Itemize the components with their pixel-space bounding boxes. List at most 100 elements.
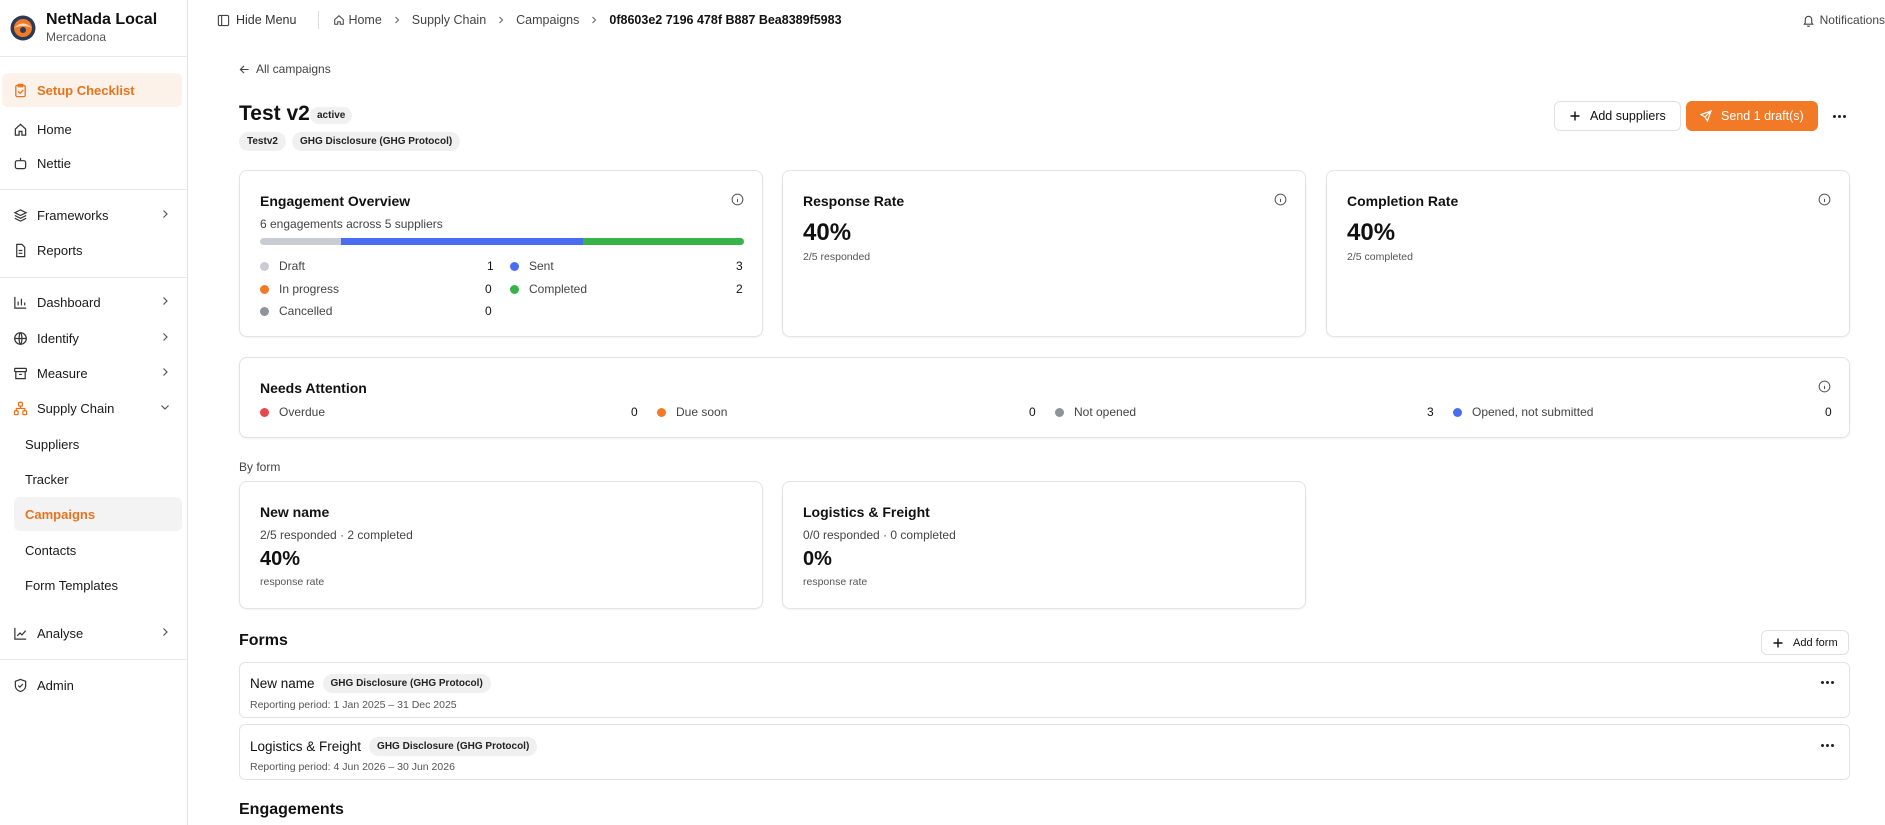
sidebar-item-measure[interactable]: Measure	[12, 356, 182, 390]
form-card-title: New name	[260, 504, 330, 520]
sidebar-item-label: Supply Chain	[37, 400, 115, 416]
legend-value: 0	[1825, 405, 1832, 419]
info-icon[interactable]	[1818, 380, 1831, 393]
hide-menu-button[interactable]: Hide Menu	[217, 13, 296, 27]
breadcrumb-supply-chain[interactable]: Supply Chain	[412, 13, 486, 27]
status-dot	[260, 261, 269, 271]
clipboard-check-icon	[12, 82, 28, 98]
sidebar-item-reports[interactable]: Reports	[12, 233, 182, 267]
sidebar-item-suppliers[interactable]: Suppliers	[12, 427, 182, 461]
sidebar-item-home[interactable]: Home	[12, 112, 182, 146]
attention-not-opened: Not opened	[1055, 405, 1136, 419]
sidebar-item-nettie[interactable]: Nettie	[12, 146, 182, 180]
chevron-down-icon	[161, 405, 169, 410]
more-options-icon[interactable]	[1821, 744, 1834, 747]
brand-header[interactable]: NetNada Local Mercadona	[0, 0, 187, 57]
completion-rate-sub: 2/5 completed	[1347, 251, 1413, 263]
form-card-title: Logistics & Freight	[803, 504, 930, 520]
sidebar-item-label: Measure	[37, 365, 88, 381]
notifications-button[interactable]: Notifications	[1802, 13, 1885, 27]
home-icon	[334, 15, 345, 25]
card-title: Response Rate	[803, 193, 905, 209]
bar-segment-draft	[260, 238, 341, 245]
form-framework-tag: GHG Disclosure (GHG Protocol)	[369, 737, 538, 756]
engagement-progress-bar	[260, 238, 744, 245]
form-card-rate: 40%	[260, 548, 301, 570]
form-row[interactable]: Logistics & Freight GHG Disclosure (GHG …	[239, 724, 1850, 780]
sidebar-item-analyse[interactable]: Analyse	[12, 616, 182, 650]
globe-icon	[12, 330, 28, 346]
sidebar-item-supply-chain[interactable]: Supply Chain	[12, 391, 182, 425]
sidebar-item-identify[interactable]: Identify	[12, 321, 182, 355]
sidebar-item-dashboard[interactable]: Dashboard	[12, 285, 182, 319]
legend-label: Draft	[279, 259, 306, 273]
sidebar-item-label: Campaigns	[25, 506, 96, 522]
sidebar-item-label: Home	[37, 121, 72, 137]
sidebar-item-form-templates[interactable]: Form Templates	[12, 568, 182, 602]
legend-label: Sent	[529, 259, 554, 273]
sidebar-item-label: Suppliers	[25, 436, 80, 452]
robot-icon	[12, 155, 28, 171]
form-stats-card[interactable]: Logistics & Freight 0/0 responded · 0 co…	[782, 481, 1306, 609]
legend-completed: Completed	[510, 282, 587, 296]
add-form-button[interactable]: Add form	[1761, 630, 1849, 655]
form-row-title: Logistics & Freight GHG Disclosure (GHG …	[250, 737, 538, 756]
breadcrumb-home[interactable]: Home	[348, 13, 381, 27]
sidebar-item-setup-checklist[interactable]: Setup Checklist	[2, 73, 182, 107]
add-form-label: Add form	[1793, 636, 1838, 649]
tag: Testv2	[239, 132, 286, 151]
legend-value: 0	[485, 282, 492, 296]
sidebar-item-label: Frameworks	[37, 207, 109, 223]
attention-overdue: Overdue	[260, 405, 325, 419]
form-stats-card[interactable]: New name 2/5 responded · 2 completed 40%…	[239, 481, 763, 609]
breadcrumb: Home Supply Chain Campaigns 0f8603e2 719…	[333, 13, 842, 27]
top-bar: Hide Menu Home Supply Chain Campaigns 0f…	[188, 0, 1885, 40]
add-suppliers-button[interactable]: Add suppliers	[1554, 101, 1681, 131]
sidebar-item-label: Form Templates	[25, 577, 118, 593]
chevron-right-icon	[163, 210, 168, 218]
sidebar-item-admin[interactable]: Admin	[12, 668, 182, 702]
info-icon[interactable]	[731, 193, 744, 206]
needs-attention-card: Needs Attention Overdue 0 Due soon 0 Not…	[239, 357, 1850, 438]
card-title: Needs Attention	[260, 380, 367, 396]
legend-label: Cancelled	[279, 304, 333, 318]
page-title: Test v2	[239, 102, 310, 125]
status-dot	[1453, 407, 1462, 417]
more-options-icon[interactable]	[1821, 681, 1834, 684]
form-card-rate: 0%	[803, 548, 832, 570]
send-drafts-button[interactable]: Send 1 draft(s)	[1686, 101, 1818, 131]
brand-name: NetNada Local	[46, 11, 158, 28]
org-name: Mercadona	[46, 30, 107, 44]
legend-value: 0	[485, 304, 492, 318]
sidebar-item-contacts[interactable]: Contacts	[12, 533, 182, 567]
sidebar-item-label: Setup Checklist	[37, 82, 135, 98]
legend-value: 3	[1427, 405, 1434, 419]
engagement-subtitle: 6 engagements across 5 suppliers	[260, 217, 443, 231]
form-row[interactable]: New name GHG Disclosure (GHG Protocol) R…	[239, 662, 1850, 718]
attention-due-soon: Due soon	[657, 405, 727, 419]
sidebar-toggle-icon	[217, 14, 230, 26]
sidebar-divider	[0, 659, 187, 660]
form-framework-tag: GHG Disclosure (GHG Protocol)	[322, 674, 491, 693]
form-row-title: New name GHG Disclosure (GHG Protocol)	[250, 674, 491, 693]
status-dot	[1055, 407, 1064, 417]
info-icon[interactable]	[1818, 193, 1831, 206]
network-icon	[12, 400, 28, 416]
legend-draft: Draft	[260, 259, 305, 273]
campaign-tags: Testv2 GHG Disclosure (GHG Protocol)	[239, 132, 461, 151]
back-link[interactable]: All campaigns	[239, 62, 331, 76]
more-options-icon[interactable]	[1833, 115, 1846, 118]
sidebar-item-tracker[interactable]: Tracker	[12, 462, 182, 496]
breadcrumb-campaigns[interactable]: Campaigns	[516, 13, 579, 27]
hide-menu-label: Hide Menu	[236, 13, 297, 27]
status-dot	[260, 306, 269, 316]
by-form-label: By form	[239, 460, 281, 474]
bar-chart-icon	[12, 294, 28, 310]
legend-value: 2	[736, 282, 743, 296]
status-badge: active	[310, 107, 353, 124]
info-icon[interactable]	[1274, 193, 1287, 206]
sidebar-item-frameworks[interactable]: Frameworks	[12, 198, 182, 232]
legend-in-progress: In progress	[260, 282, 339, 296]
trend-chart-icon	[12, 625, 28, 641]
sidebar-item-campaigns[interactable]: Campaigns	[14, 497, 182, 531]
